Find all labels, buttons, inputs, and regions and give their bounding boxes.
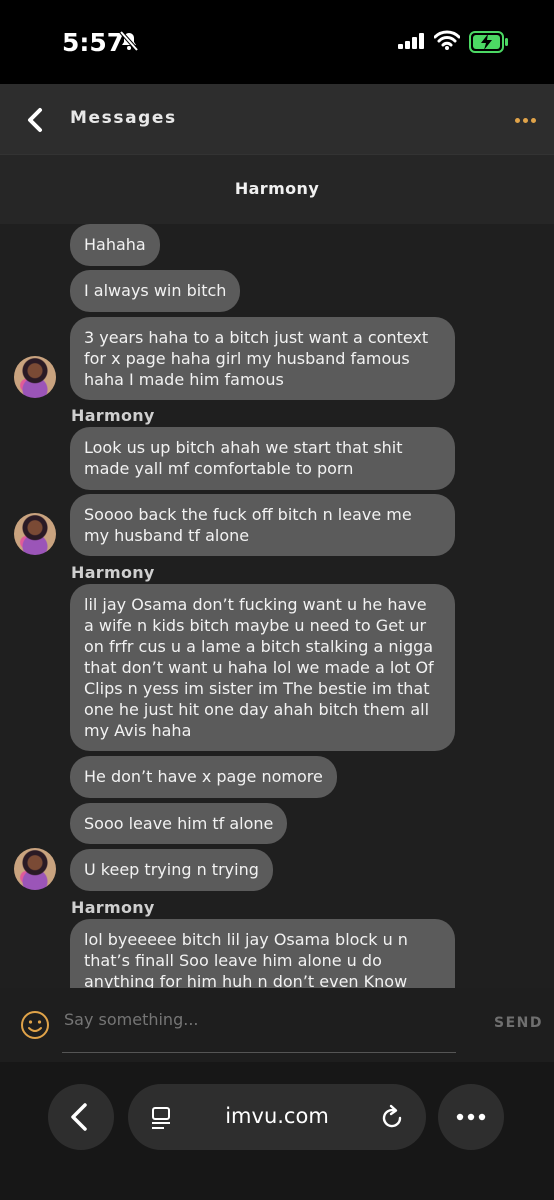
reload-icon[interactable] [380, 1104, 404, 1130]
chat-thread[interactable]: Hahaha I always win bitch 3 years haha t… [0, 224, 554, 988]
input-underline [62, 1052, 456, 1053]
message-bubble: Hahaha [70, 224, 160, 266]
top-bar: Messages [0, 84, 554, 154]
message-bubble: Soooo back the fuck off bitch n leave me… [70, 494, 455, 556]
message-bubble: I always win bitch [70, 270, 241, 312]
avatar[interactable] [14, 513, 56, 555]
message-bubble: lil jay Osama don’t fucking want u he ha… [70, 584, 455, 751]
browser-toolbar: imvu.com [0, 1062, 554, 1200]
browser-menu-button[interactable] [438, 1084, 504, 1150]
signal-icon [398, 33, 424, 49]
message-bubble: Sooo leave him tf alone [70, 803, 288, 844]
browser-back-button[interactable] [48, 1084, 114, 1150]
address-bar[interactable]: imvu.com [128, 1084, 426, 1150]
emoji-icon[interactable] [20, 1010, 50, 1040]
message-bubble: Look us up bitch ahah we start that shit… [70, 427, 455, 490]
message-bubble: U keep trying n trying [70, 849, 273, 891]
message-bubble: 3 years haha to a bitch just want a cont… [70, 317, 455, 400]
avatar[interactable] [14, 356, 56, 398]
ellipsis-icon [456, 1113, 486, 1121]
status-time: 5:57 [62, 28, 125, 57]
composer: SEND [0, 988, 554, 1062]
status-bar: 5:57 [0, 0, 554, 84]
chevron-left-icon [71, 1103, 87, 1131]
message-input[interactable] [64, 1010, 444, 1029]
message-bubble: He don’t have x page nomore [70, 756, 337, 798]
ellipsis-icon [515, 118, 520, 123]
send-button[interactable]: SEND [494, 1015, 543, 1031]
conversation-header: Harmony [0, 154, 554, 225]
sender-name: Harmony [71, 898, 155, 917]
messages-back-label[interactable]: Messages [70, 108, 177, 128]
wifi-icon [434, 30, 460, 50]
battery-charging-icon [469, 31, 508, 53]
sender-name: Harmony [71, 406, 155, 425]
sender-name: Harmony [71, 563, 155, 582]
back-chevron-icon[interactable] [22, 106, 50, 134]
message-bubble: lol byeeeee bitch lil jay Osama block u … [70, 919, 455, 988]
bell-slash-icon [119, 30, 139, 52]
avatar[interactable] [14, 848, 56, 890]
more-options-button[interactable] [512, 108, 536, 127]
conversation-title: Harmony [234, 179, 320, 198]
